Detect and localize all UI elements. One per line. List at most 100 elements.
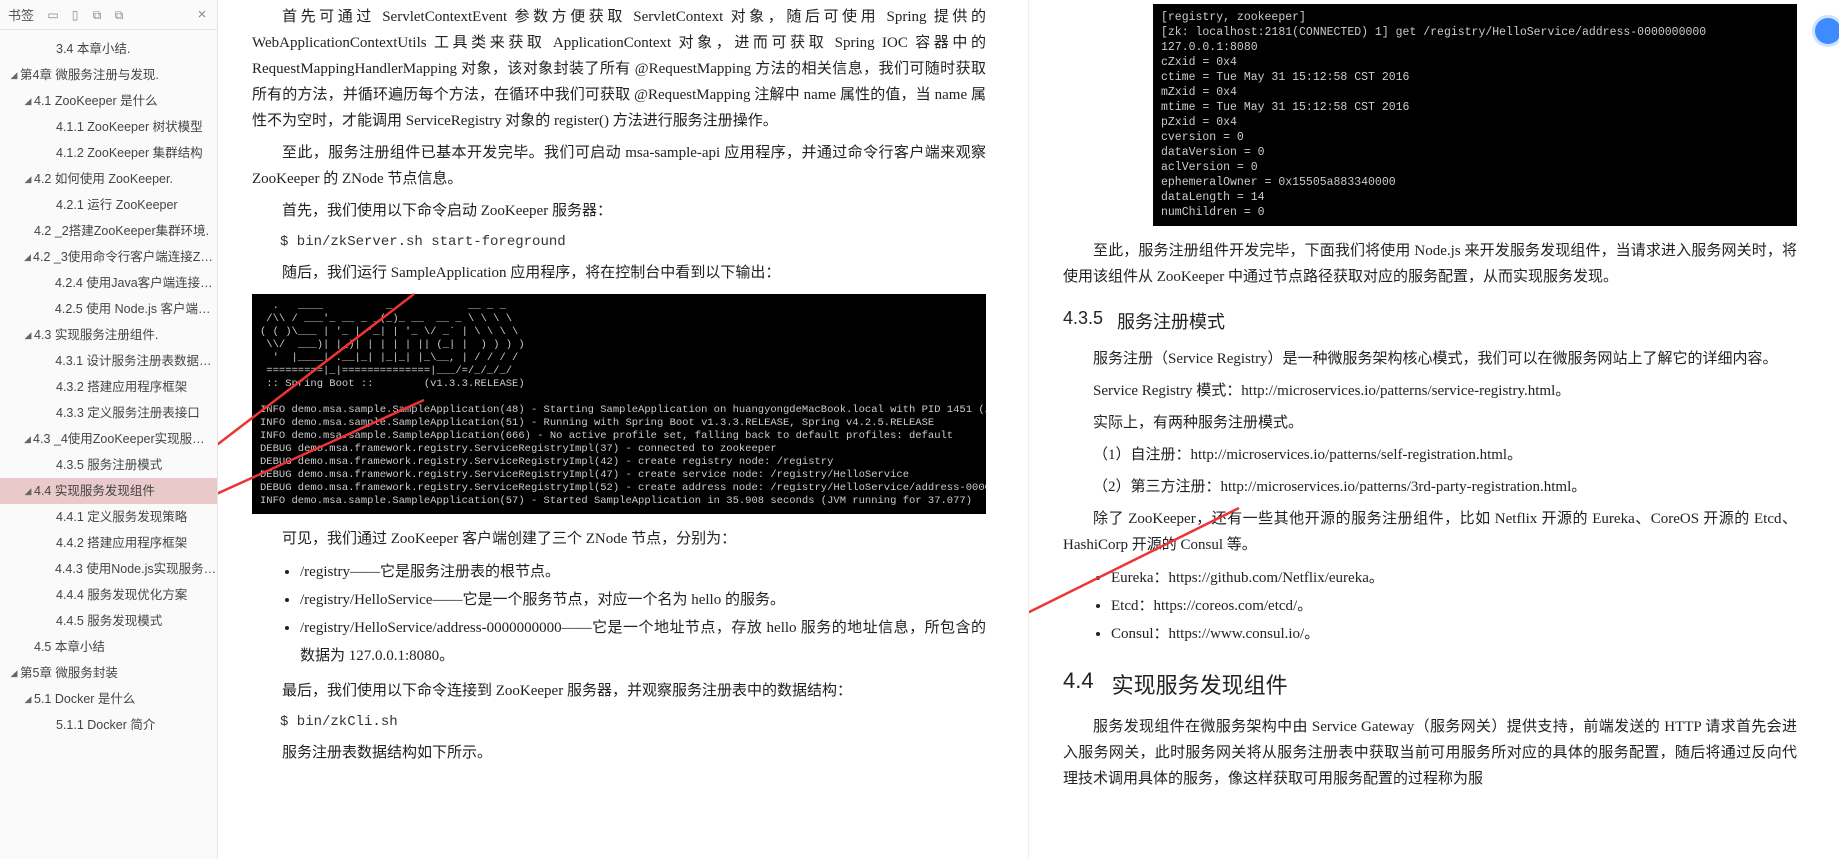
paragraph: 首先可通过 ServletContextEvent 参数方便获取 Servlet… [252,4,986,134]
paragraph: 首先，我们使用以下命令启动 ZooKeeper 服务器： [252,198,986,224]
list-item: Eureka：https://github.com/Netflix/eureka… [1111,564,1797,592]
reader-pages: 首先可通过 ServletContextEvent 参数方便获取 Servlet… [218,0,1839,859]
sidebar-item[interactable]: 4.3.2 搭建应用程序框架 [0,374,217,400]
sidebar-item[interactable]: 4.3.5 服务注册模式 [0,452,217,478]
list-item: Etcd：https://coreos.com/etcd/。 [1111,592,1797,620]
paragraph: 最后，我们使用以下命令连接到 ZooKeeper 服务器，并观察服务注册表中的数… [252,678,986,704]
twisty-icon[interactable]: ◢ [22,478,34,504]
sidebar-item-label: 4.3 _4使用ZooKeeper实现服务注册. [33,426,217,452]
twisty-icon[interactable]: ◢ [22,244,33,270]
sidebar-item-label: 4.3.3 定义服务注册表接口 [56,400,200,426]
paragraph: 随后，我们运行 SampleApplication 应用程序，将在控制台中看到以… [252,260,986,286]
sidebar-item[interactable]: 4.2 _2搭建ZooKeeper集群环境. [0,218,217,244]
sidebar-item-label: 3.4 本章小结. [56,36,130,62]
sidebar-item-label: 4.3 实现服务注册组件. [34,322,158,348]
page-right: [registry, zookeeper] [zk: localhost:218… [1029,0,1839,859]
sidebar-item[interactable]: ◢第5章 微服务封装 [0,660,217,686]
sidebar-item-label: 4.4.4 服务发现优化方案 [56,582,187,608]
sidebar-item-label: 4.4 实现服务发现组件 [34,478,155,504]
sidebar-item-label: 4.4.5 服务发现模式 [56,608,162,634]
code-line: $ bin/zkServer.sh start-foreground [280,234,986,250]
sidebar-item[interactable]: 4.1.2 ZooKeeper 集群结构 [0,140,217,166]
terminal-output: [registry, zookeeper] [zk: localhost:218… [1153,4,1797,226]
sidebar-item-label: 4.3.1 设计服务注册表数据结构. [55,348,217,374]
list-item: /registry/HelloService/address-000000000… [300,614,986,670]
paragraph: （1）自注册：http://microservices.io/patterns/… [1063,442,1797,468]
heading-title: 实现服务发现组件 [1112,668,1288,700]
sidebar-title: 书签 [8,5,34,24]
sidebar-item-label: 4.4.3 使用Node.js实现服务发现. [55,556,217,582]
list-item: /registry/HelloService——它是一个服务节点，对应一个名为 … [300,586,986,614]
bullet-list: /registry——它是服务注册表的根节点。 /registry/HelloS… [300,558,986,670]
sidebar-item[interactable]: 4.4.2 搭建应用程序框架 [0,530,217,556]
sidebar-item[interactable]: 5.1.1 Docker 简介 [0,712,217,738]
sidebar-item[interactable]: ◢4.3 _4使用ZooKeeper实现服务注册. [0,426,217,452]
sidebar-item[interactable]: ◢4.1 ZooKeeper 是什么 [0,88,217,114]
sidebar-item-label: 4.2.5 使用 Node.js 客户端连接... [55,296,217,322]
sidebar-item[interactable]: ◢第4章 微服务注册与发现. [0,62,217,88]
sidebar-item[interactable]: 4.2.4 使用Java客户端连接Zoo... [0,270,217,296]
sidebar-item-label: 4.2 _3使用命令行客户端连接ZooK... [33,244,217,270]
page-left: 首先可通过 ServletContextEvent 参数方便获取 Servlet… [218,0,1029,859]
twisty-icon[interactable]: ◢ [8,660,20,686]
sidebar-item[interactable]: ◢5.1 Docker 是什么 [0,686,217,712]
sidebar-item-label: 4.1 ZooKeeper 是什么 [34,88,158,114]
sidebar-item[interactable]: ◢4.3 实现服务注册组件. [0,322,217,348]
sidebar-item-label: 5.1 Docker 是什么 [34,686,135,712]
terminal-output: . ____ _ __ _ _ /\\ / ___'_ __ _ _(_)_ _… [252,294,986,514]
sidebar-tree[interactable]: 3.4 本章小结.◢第4章 微服务注册与发现.◢4.1 ZooKeeper 是什… [0,30,217,859]
sidebar-item-label: 第4章 微服务注册与发现. [20,62,159,88]
sidebar-item[interactable]: 4.1.1 ZooKeeper 树状模型 [0,114,217,140]
close-icon[interactable]: × [195,8,209,22]
sidebar-item-label: 5.1.1 Docker 简介 [56,712,155,738]
sidebar-item-label: 4.2 如何使用 ZooKeeper. [34,166,173,192]
sidebar-item-label: 4.3.2 搭建应用程序框架 [56,374,187,400]
sidebar-item[interactable]: 4.2.1 运行 ZooKeeper [0,192,217,218]
sidebar-item[interactable]: 3.4 本章小结. [0,36,217,62]
heading-4-4: 4.4 实现服务发现组件 [1063,668,1797,700]
sidebar-item[interactable]: 4.5 本章小结 [0,634,217,660]
paragraph: 至此，服务注册组件开发完毕，下面我们将使用 Node.js 来开发服务发现组件，… [1063,238,1797,290]
sidebar-item[interactable]: 4.3.1 设计服务注册表数据结构. [0,348,217,374]
sidebar-item-label: 4.1.1 ZooKeeper 树状模型 [56,114,203,140]
code-line: $ bin/zkCli.sh [280,714,986,730]
heading-number: 4.4 [1063,668,1094,700]
sidebar-item-label: 4.4.1 定义服务发现策略 [56,504,187,530]
panel-icon-c[interactable]: ⧉ [90,8,104,22]
sidebar-item[interactable]: 4.4.1 定义服务发现策略 [0,504,217,530]
sidebar-item-label: 4.4.2 搭建应用程序框架 [56,530,187,556]
sidebar-item[interactable]: ◢4.4 实现服务发现组件 [0,478,217,504]
sidebar-item[interactable]: 4.4.5 服务发现模式 [0,608,217,634]
heading-title: 服务注册模式 [1117,308,1225,334]
sidebar-header: 书签 ▭ ▯ ⧉ ⧉ × [0,0,217,30]
list-item: /registry——它是服务注册表的根节点。 [300,558,986,586]
sidebar-item[interactable]: 4.4.4 服务发现优化方案 [0,582,217,608]
twisty-icon[interactable]: ◢ [22,322,34,348]
sidebar-item[interactable]: ◢4.2 如何使用 ZooKeeper. [0,166,217,192]
heading-number: 4.3.5 [1063,308,1103,334]
twisty-icon[interactable]: ◢ [22,88,34,114]
paragraph: 除了 ZooKeeper，还有一些其他开源的服务注册组件，比如 Netflix … [1063,506,1797,558]
twisty-icon[interactable]: ◢ [8,62,20,88]
sidebar-item[interactable]: ◢4.2 _3使用命令行客户端连接ZooK... [0,244,217,270]
panel-icon-a[interactable]: ▭ [46,8,60,22]
list-item: Consul：https://www.consul.io/。 [1111,620,1797,648]
paragraph: 服务注册（Service Registry）是一种微服务架构核心模式，我们可以在… [1063,346,1797,372]
paragraph: 实际上，有两种服务注册模式。 [1063,410,1797,436]
sidebar-item-label: 4.2 _2搭建ZooKeeper集群环境. [34,218,209,244]
sidebar-item-label: 4.3.5 服务注册模式 [56,452,162,478]
sidebar-item[interactable]: 4.4.3 使用Node.js实现服务发现. [0,556,217,582]
sidebar-item-label: 4.5 本章小结 [34,634,105,660]
sidebar-item[interactable]: 4.2.5 使用 Node.js 客户端连接... [0,296,217,322]
panel-icon-b[interactable]: ▯ [68,8,82,22]
twisty-icon[interactable]: ◢ [22,426,33,452]
heading-4-3-5: 4.3.5 服务注册模式 [1063,308,1797,334]
paragraph: 服务发现组件在微服务架构中由 Service Gateway（服务网关）提供支持… [1063,714,1797,792]
sidebar-item-label: 4.1.2 ZooKeeper 集群结构 [56,140,203,166]
twisty-icon[interactable]: ◢ [22,686,34,712]
sidebar-item[interactable]: 4.3.3 定义服务注册表接口 [0,400,217,426]
paragraph: 服务注册表数据结构如下所示。 [252,740,986,766]
panel-icon-d[interactable]: ⧉ [112,8,126,22]
twisty-icon[interactable]: ◢ [22,166,34,192]
paragraph: 至此，服务注册组件已基本开发完毕。我们可启动 msa-sample-api 应用… [252,140,986,192]
